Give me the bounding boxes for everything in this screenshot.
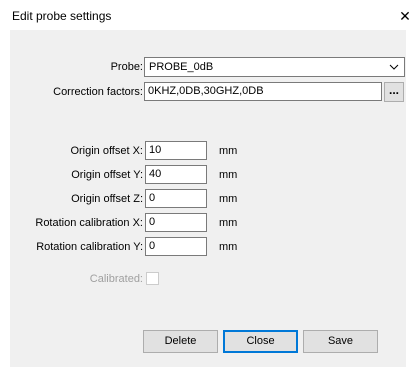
origin-offset-y-field[interactable]: 40 — [145, 165, 207, 184]
edit-probe-settings-dialog: Edit probe settings ✕ Probe: PROBE_0dB C… — [0, 0, 415, 372]
probe-label: Probe: — [110, 61, 143, 73]
origin-offset-x-field[interactable]: 10 — [145, 141, 207, 160]
delete-button[interactable]: Delete — [143, 330, 218, 353]
origin-offset-z-label: Origin offset Z: — [71, 193, 143, 205]
rotation-calibration-y-label: Rotation calibration Y: — [36, 241, 143, 253]
dialog-body: Probe: PROBE_0dB Correction factors: 0KH… — [10, 30, 406, 367]
save-button[interactable]: Save — [303, 330, 378, 353]
dialog-title: Edit probe settings — [12, 9, 112, 23]
origin-offset-x-unit: mm — [219, 145, 238, 157]
rotation-calibration-y-field[interactable]: 0 — [145, 237, 207, 256]
browse-correction-button[interactable]: ... — [384, 82, 404, 102]
origin-offset-z-unit: mm — [219, 193, 238, 205]
close-icon[interactable]: ✕ — [395, 6, 415, 26]
origin-offset-z-field[interactable]: 0 — [145, 189, 207, 208]
correction-factors-label: Correction factors: — [53, 86, 143, 98]
calibrated-label: Calibrated: — [89, 273, 143, 285]
origin-offset-y-unit: mm — [219, 169, 238, 181]
chevron-down-icon — [389, 64, 399, 70]
rotation-calibration-x-field[interactable]: 0 — [145, 213, 207, 232]
probe-selected-value: PROBE_0dB — [149, 61, 214, 73]
title-bar: Edit probe settings ✕ — [0, 0, 415, 30]
close-button[interactable]: Close — [223, 330, 298, 353]
origin-offset-x-label: Origin offset X: — [70, 145, 143, 157]
probe-select[interactable]: PROBE_0dB — [144, 57, 405, 77]
rotation-calibration-x-unit: mm — [219, 217, 238, 229]
correction-factors-field[interactable]: 0KHZ,0DB,30GHZ,0DB — [144, 82, 382, 101]
rotation-calibration-y-unit: mm — [219, 241, 238, 253]
calibrated-checkbox[interactable] — [146, 272, 159, 285]
rotation-calibration-x-label: Rotation calibration X: — [35, 217, 143, 229]
origin-offset-y-label: Origin offset Y: — [71, 169, 143, 181]
